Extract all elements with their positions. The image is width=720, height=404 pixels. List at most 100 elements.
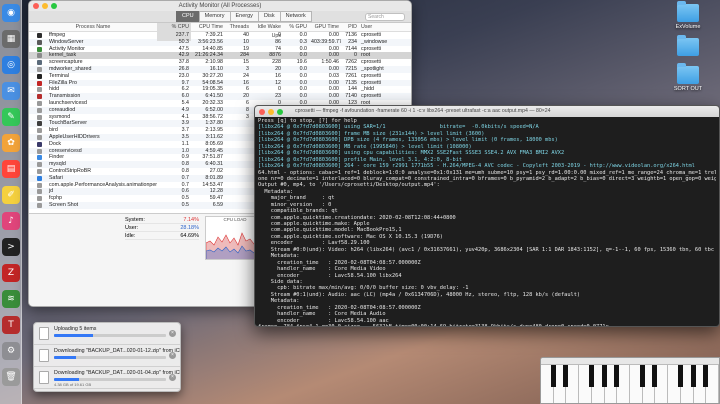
- piano-key[interactable]: [630, 365, 645, 403]
- activity-monitor-icon[interactable]: ≋: [2, 290, 20, 308]
- notes-icon[interactable]: ✐: [2, 186, 20, 204]
- tab-cpu[interactable]: CPU: [176, 11, 200, 22]
- cell-time: 8:01.89: [205, 174, 223, 181]
- cell-cpu: 1.0: [181, 147, 189, 154]
- tab-energy[interactable]: Energy: [229, 11, 259, 22]
- safari-icon[interactable]: ◎: [2, 56, 20, 74]
- piano-black-key[interactable]: [639, 365, 645, 387]
- cancel-icon[interactable]: ×: [169, 374, 176, 381]
- table-row[interactable]: Activity Monitor 47.5 14:40.85 19 74 0.0 0.00 7…: [29, 46, 411, 53]
- process-icon: [37, 134, 42, 140]
- stat-idle-label: Idle:: [125, 233, 136, 239]
- finder-icon[interactable]: ◉: [2, 4, 20, 22]
- cancel-icon[interactable]: ×: [169, 352, 176, 359]
- cell-user: _hidd: [361, 86, 374, 93]
- piano-black-key[interactable]: [703, 365, 709, 387]
- cancel-icon[interactable]: ×: [169, 330, 176, 337]
- cell-threads: 284: [240, 52, 249, 59]
- piano-black-key[interactable]: [550, 365, 556, 387]
- cell-cpu: 4.9: [181, 106, 189, 113]
- cell-gpu: 0.0: [299, 65, 307, 72]
- table-row[interactable]: WindowServer 50.3 3:56:23.56 10 86 0.3 403:39:…: [29, 38, 411, 46]
- tab-group: CPU Memory Energy Disk Network: [176, 11, 312, 22]
- desktop-icon[interactable]: ExVolume: [660, 1, 716, 31]
- piano-black-key[interactable]: [690, 365, 696, 387]
- mail-icon[interactable]: ✉: [2, 82, 20, 100]
- cell-gpu-time: 0.00: [328, 86, 339, 93]
- process-icon: [37, 121, 42, 127]
- messages-icon[interactable]: ✎: [2, 108, 20, 126]
- zoom-button[interactable]: [51, 3, 57, 9]
- table-row[interactable]: kernel_task 42.9 21:26:24.34 284 8876 0.0 0.00…: [29, 52, 411, 60]
- minimize-button[interactable]: [42, 3, 48, 9]
- transfer-title: Uploading 5 items: [54, 326, 97, 332]
- desktop-icon[interactable]: SORT OUT: [660, 63, 716, 93]
- cell-name: sysmond: [49, 113, 71, 120]
- cell-name: TouchBarServer: [49, 120, 87, 127]
- launchpad-icon[interactable]: ▦: [2, 30, 20, 48]
- terminal-zoom-button[interactable]: [277, 108, 283, 115]
- piano-black-key[interactable]: [677, 365, 683, 387]
- cell-time: 1:37.80: [205, 120, 223, 127]
- cell-wake: 12: [275, 79, 281, 86]
- tab-disk[interactable]: Disk: [257, 11, 281, 22]
- photos-icon[interactable]: ✿: [2, 134, 20, 152]
- progress-bar: [54, 378, 166, 381]
- cell-cpu: 23.0: [178, 72, 189, 79]
- cell-gpu: 0.0: [299, 79, 307, 86]
- transfer-title: Downloading "BACKUP_DAT...020-01-12.zip"…: [54, 348, 181, 354]
- table-row[interactable]: ffmpeg 237.7 7:39.21 40 0 0.0 0.00 7136 cprosett…: [29, 32, 411, 39]
- piano-key[interactable]: [579, 365, 594, 403]
- cell-pid: 234: [348, 38, 357, 45]
- table-row[interactable]: hidd 6.2 19:05.35 6 0 0.0 0.00 144 _hidd: [29, 86, 411, 93]
- cell-time: 2:13.95: [205, 127, 223, 134]
- process-icon: [37, 155, 42, 161]
- window-controls: [33, 3, 57, 9]
- filezilla-icon[interactable]: Z: [2, 264, 20, 282]
- transmission-icon[interactable]: T: [2, 316, 20, 334]
- stat-idle-value: 64.69%: [180, 233, 199, 239]
- terminal-output[interactable]: Press [q] to stop, [?] for help [libx264 …: [255, 117, 719, 326]
- piano-keys[interactable]: [541, 365, 719, 403]
- cell-threads: 24: [243, 72, 249, 79]
- piano-black-key[interactable]: [601, 365, 607, 387]
- process-icon: [37, 175, 42, 181]
- piano-black-key[interactable]: [563, 365, 569, 387]
- table-row[interactable]: Transmission 6.0 6:41.50 20 23 0.0 0.00 7140 cpr…: [29, 93, 411, 100]
- piano-key[interactable]: [541, 365, 556, 403]
- tab-network[interactable]: Network: [279, 11, 312, 22]
- dock: ◉ ▦ ◎ ✉ ✎ ✿ ▤ ✐ ♪ > Z ≋ T ⚙ 🗑: [0, 0, 22, 404]
- cell-name: launchservicesd: [49, 99, 87, 106]
- preferences-icon[interactable]: ⚙: [2, 342, 20, 360]
- cell-time: 21:26:24.34: [195, 52, 223, 59]
- search-input[interactable]: Search: [365, 12, 405, 21]
- piano-black-key[interactable]: [652, 365, 658, 387]
- table-row[interactable]: FileZilla Pro 9.7 54:08.54 16 12 0.0 0.00 7135 c…: [29, 79, 411, 87]
- calendar-icon[interactable]: ▤: [2, 160, 20, 178]
- piano-black-key[interactable]: [614, 365, 620, 387]
- table-row[interactable]: Terminal 23.0 30:27.20 24 16 0.0 0.03 7261 cpros…: [29, 73, 411, 80]
- desktop-icon[interactable]: [660, 35, 716, 58]
- terminal-close-button[interactable]: [259, 108, 265, 115]
- terminal-minimize-button[interactable]: [268, 108, 274, 115]
- process-icon: [37, 114, 42, 120]
- close-button[interactable]: [33, 3, 39, 9]
- cell-name: screencapture: [49, 59, 83, 66]
- table-row[interactable]: screencapture 37.8 2:10.98 15 228 19.6 1:50.46…: [29, 59, 411, 66]
- trash-icon[interactable]: 🗑: [2, 368, 20, 386]
- cell-name: Terminal: [49, 72, 70, 79]
- piano-key[interactable]: [668, 365, 683, 403]
- cell-cpu: 42.9: [178, 52, 189, 59]
- music-icon[interactable]: ♪: [2, 212, 20, 230]
- stat-user-value: 28.18%: [180, 225, 199, 231]
- table-row[interactable]: mdworker_shared 26.8 16.10 3 20 0.0 0.00 7215 _s…: [29, 65, 411, 73]
- cell-time: 12.28: [209, 188, 223, 195]
- transfer-item: Downloading "BACKUP_DAT...020-01-04.zip"…: [34, 367, 180, 389]
- tab-memory[interactable]: Memory: [198, 11, 231, 22]
- cell-threads: 6: [246, 86, 249, 93]
- cpu-stats: System: 7.14% User: 28.18% Idle: 64.69%: [125, 216, 199, 240]
- piano-black-key[interactable]: [588, 365, 594, 387]
- terminal-icon[interactable]: >: [2, 238, 20, 256]
- cell-user: _windowserver: [361, 38, 387, 45]
- cell-gpu-time: 0.03: [328, 72, 339, 79]
